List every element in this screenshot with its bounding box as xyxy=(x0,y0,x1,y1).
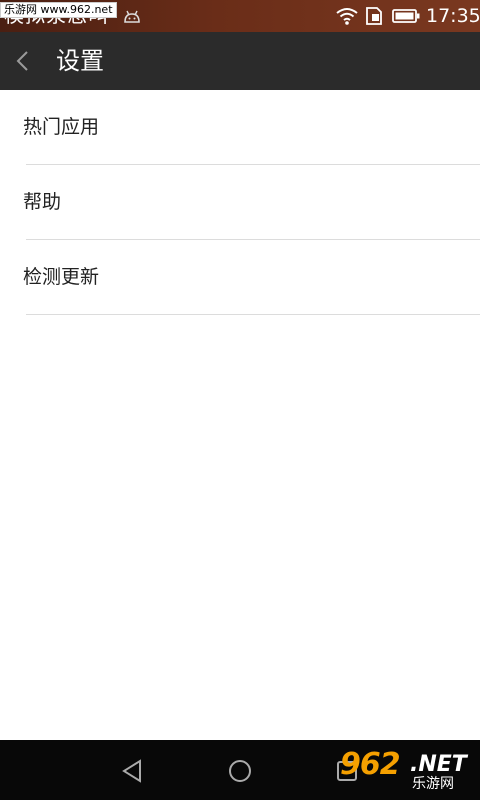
status-time: 17:35 xyxy=(426,5,480,27)
status-bar: 模拟泵怎叫 乐游网 www.962.net 17:35 xyxy=(0,0,480,32)
nav-home-icon[interactable] xyxy=(225,756,255,786)
watermark-net: .NET xyxy=(410,752,467,777)
battery-icon xyxy=(392,9,420,23)
settings-item-label: 帮助 xyxy=(23,191,62,213)
navigation-bar: 962 .NET 乐游网 xyxy=(0,740,480,800)
watermark-logo: 962 .NET 乐游网 xyxy=(340,748,476,794)
watermark-text: 乐游网 www.962.net xyxy=(0,2,117,18)
app-bar: 设置 xyxy=(0,32,480,90)
settings-item-label: 检测更新 xyxy=(23,266,100,288)
wifi-icon xyxy=(336,8,358,25)
android-icon xyxy=(124,10,140,23)
watermark-cn: 乐游网 xyxy=(412,776,454,792)
settings-item-help[interactable]: 帮助 xyxy=(0,165,480,240)
sim-card-icon xyxy=(366,7,382,25)
settings-item-label: 热门应用 xyxy=(23,116,100,138)
settings-item-popular-apps[interactable]: 热门应用 xyxy=(0,90,480,165)
watermark-962: 962 xyxy=(340,747,401,782)
divider xyxy=(26,314,480,315)
nav-back-icon[interactable] xyxy=(118,756,148,786)
settings-list: 热门应用 帮助 检测更新 xyxy=(0,90,480,315)
page-title: 设置 xyxy=(56,47,104,75)
settings-item-check-update[interactable]: 检测更新 xyxy=(0,240,480,315)
back-button[interactable] xyxy=(10,46,38,76)
